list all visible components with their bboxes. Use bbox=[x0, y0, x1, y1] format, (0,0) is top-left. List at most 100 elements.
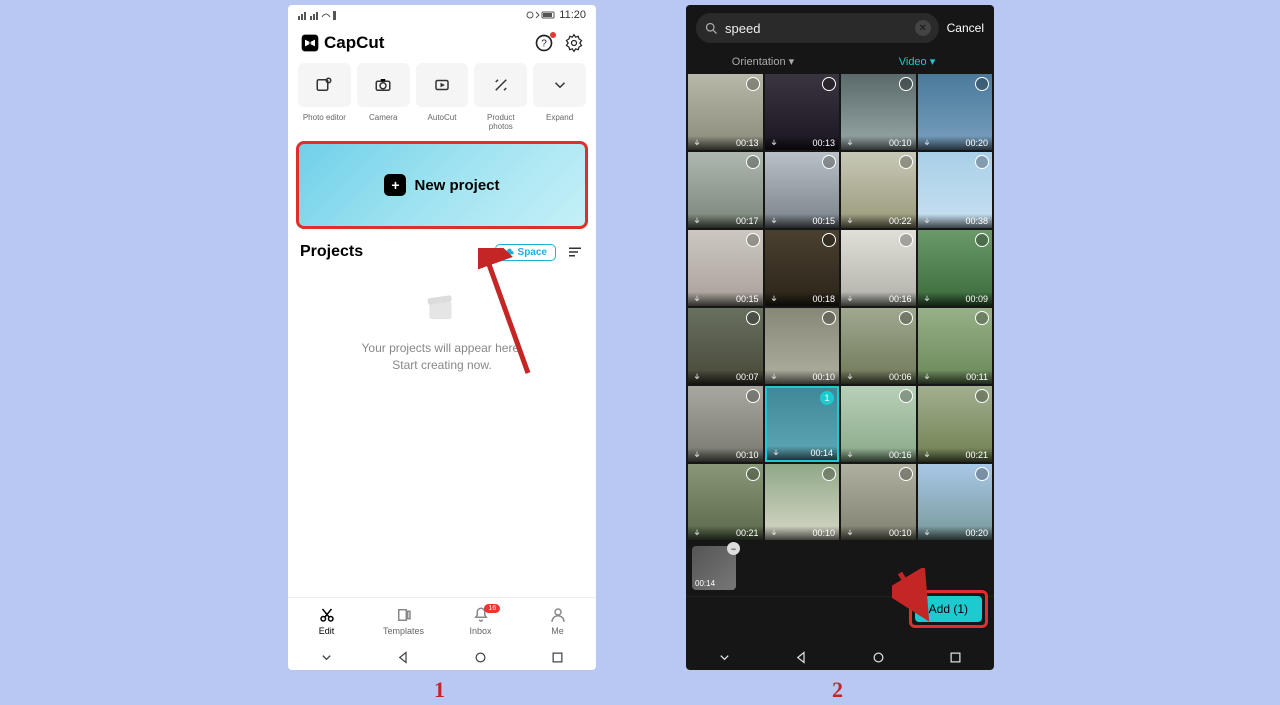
select-ring-icon[interactable] bbox=[899, 155, 913, 169]
nav-inbox[interactable]: 16 Inbox bbox=[442, 606, 519, 636]
clip-item[interactable]: 00:15 bbox=[765, 152, 840, 228]
select-ring-icon[interactable] bbox=[899, 467, 913, 481]
clip-item[interactable]: 00:20 bbox=[918, 464, 993, 540]
select-ring-icon[interactable] bbox=[746, 389, 760, 403]
clip-item[interactable]: 00:10 bbox=[765, 308, 840, 384]
sys-home-icon[interactable] bbox=[871, 650, 886, 665]
download-icon bbox=[692, 138, 702, 148]
space-button[interactable]: Space bbox=[495, 244, 556, 261]
clip-item[interactable]: 00:22 bbox=[841, 152, 916, 228]
sys-back-icon[interactable] bbox=[396, 650, 411, 665]
download-icon bbox=[692, 294, 702, 304]
select-ring-icon[interactable] bbox=[822, 311, 836, 325]
clip-item[interactable]: 00:13 bbox=[688, 74, 763, 150]
clip-item[interactable]: 00:16 bbox=[841, 386, 916, 462]
select-ring-icon[interactable]: 1 bbox=[820, 391, 834, 405]
clip-duration: 00:07 bbox=[736, 372, 759, 382]
sys-recents-icon[interactable] bbox=[948, 650, 963, 665]
help-button[interactable]: ? bbox=[534, 33, 554, 53]
tool-product-photos[interactable] bbox=[474, 63, 527, 107]
signal-icons bbox=[298, 9, 338, 21]
capcut-logo-icon bbox=[300, 33, 320, 53]
filter-orientation[interactable]: Orientation ▾ bbox=[686, 55, 840, 68]
select-ring-icon[interactable] bbox=[975, 155, 989, 169]
select-ring-icon[interactable] bbox=[975, 233, 989, 247]
select-ring-icon[interactable] bbox=[899, 389, 913, 403]
search-input[interactable] bbox=[725, 21, 909, 36]
download-icon bbox=[769, 216, 779, 226]
clip-item[interactable]: 00:17 bbox=[688, 152, 763, 228]
clip-item[interactable]: 00:20 bbox=[918, 74, 993, 150]
projects-header: Projects Space bbox=[288, 235, 596, 269]
clip-item[interactable]: 00:10 bbox=[841, 74, 916, 150]
tool-photo-editor[interactable] bbox=[298, 63, 351, 107]
cancel-button[interactable]: Cancel bbox=[947, 21, 984, 35]
clip-info: 00:10 bbox=[841, 136, 916, 150]
select-ring-icon[interactable] bbox=[746, 311, 760, 325]
select-ring-icon[interactable] bbox=[822, 155, 836, 169]
tool-expand[interactable] bbox=[533, 63, 586, 107]
clip-duration: 00:15 bbox=[812, 216, 835, 226]
nav-templates[interactable]: Templates bbox=[365, 606, 442, 636]
download-icon bbox=[845, 294, 855, 304]
sys-chevron-down-icon[interactable] bbox=[717, 650, 732, 665]
autocut-icon bbox=[433, 76, 451, 94]
select-ring-icon[interactable] bbox=[822, 77, 836, 91]
sys-home-icon[interactable] bbox=[473, 650, 488, 665]
select-ring-icon[interactable] bbox=[746, 233, 760, 247]
select-ring-icon[interactable] bbox=[899, 311, 913, 325]
tray-thumb[interactable]: − 00:14 bbox=[692, 546, 736, 590]
add-button-highlight: Add (1) bbox=[909, 590, 988, 628]
sys-recents-icon[interactable] bbox=[550, 650, 565, 665]
clip-item[interactable]: 00:10 bbox=[688, 386, 763, 462]
clip-info: 00:11 bbox=[918, 370, 993, 384]
select-ring-icon[interactable] bbox=[746, 77, 760, 91]
nav-edit[interactable]: Edit bbox=[288, 606, 365, 636]
sort-button[interactable] bbox=[566, 243, 584, 261]
search-box[interactable]: ✕ bbox=[696, 13, 939, 43]
remove-icon[interactable]: − bbox=[727, 542, 740, 555]
clip-item[interactable]: 00:18 bbox=[765, 230, 840, 306]
clip-item[interactable]: 00:13 bbox=[765, 74, 840, 150]
templates-icon bbox=[395, 606, 413, 624]
nav-label: Templates bbox=[383, 626, 424, 636]
space-label: Space bbox=[518, 247, 547, 258]
new-project-button[interactable]: + New project bbox=[296, 141, 588, 229]
clip-item[interactable]: 00:38 bbox=[918, 152, 993, 228]
clip-item[interactable]: 00:21 bbox=[918, 386, 993, 462]
clip-item[interactable]: 00:21 bbox=[688, 464, 763, 540]
clip-item[interactable]: 00:10 bbox=[841, 464, 916, 540]
clip-item[interactable]: 00:15 bbox=[688, 230, 763, 306]
cloud-icon bbox=[504, 247, 515, 258]
clip-item[interactable]: 00:06 bbox=[841, 308, 916, 384]
tool-camera[interactable] bbox=[357, 63, 410, 107]
select-ring-icon[interactable] bbox=[975, 389, 989, 403]
add-button[interactable]: Add (1) bbox=[915, 596, 982, 622]
clip-item[interactable]: 00:11 bbox=[918, 308, 993, 384]
tool-autocut[interactable] bbox=[416, 63, 469, 107]
select-ring-icon[interactable] bbox=[899, 77, 913, 91]
settings-button[interactable] bbox=[564, 33, 584, 53]
sys-chevron-down-icon[interactable] bbox=[319, 650, 334, 665]
select-ring-icon[interactable] bbox=[746, 467, 760, 481]
sys-back-icon[interactable] bbox=[794, 650, 809, 665]
clip-item[interactable]: 100:14 bbox=[765, 386, 840, 462]
clip-item[interactable]: 00:16 bbox=[841, 230, 916, 306]
select-ring-icon[interactable] bbox=[746, 155, 760, 169]
select-ring-icon[interactable] bbox=[975, 311, 989, 325]
clip-item[interactable]: 00:10 bbox=[765, 464, 840, 540]
clip-duration: 00:16 bbox=[889, 294, 912, 304]
clear-search-button[interactable]: ✕ bbox=[915, 20, 931, 36]
select-ring-icon[interactable] bbox=[975, 467, 989, 481]
tool-label: Product photos bbox=[474, 113, 527, 131]
clip-duration: 00:21 bbox=[965, 450, 988, 460]
select-ring-icon[interactable] bbox=[975, 77, 989, 91]
select-ring-icon[interactable] bbox=[899, 233, 913, 247]
select-ring-icon[interactable] bbox=[822, 467, 836, 481]
clip-item[interactable]: 00:09 bbox=[918, 230, 993, 306]
clip-item[interactable]: 00:07 bbox=[688, 308, 763, 384]
filter-video[interactable]: Video ▾ bbox=[840, 55, 994, 68]
nav-me[interactable]: Me bbox=[519, 606, 596, 636]
status-right-icons: 11:20 bbox=[526, 9, 586, 21]
select-ring-icon[interactable] bbox=[822, 233, 836, 247]
